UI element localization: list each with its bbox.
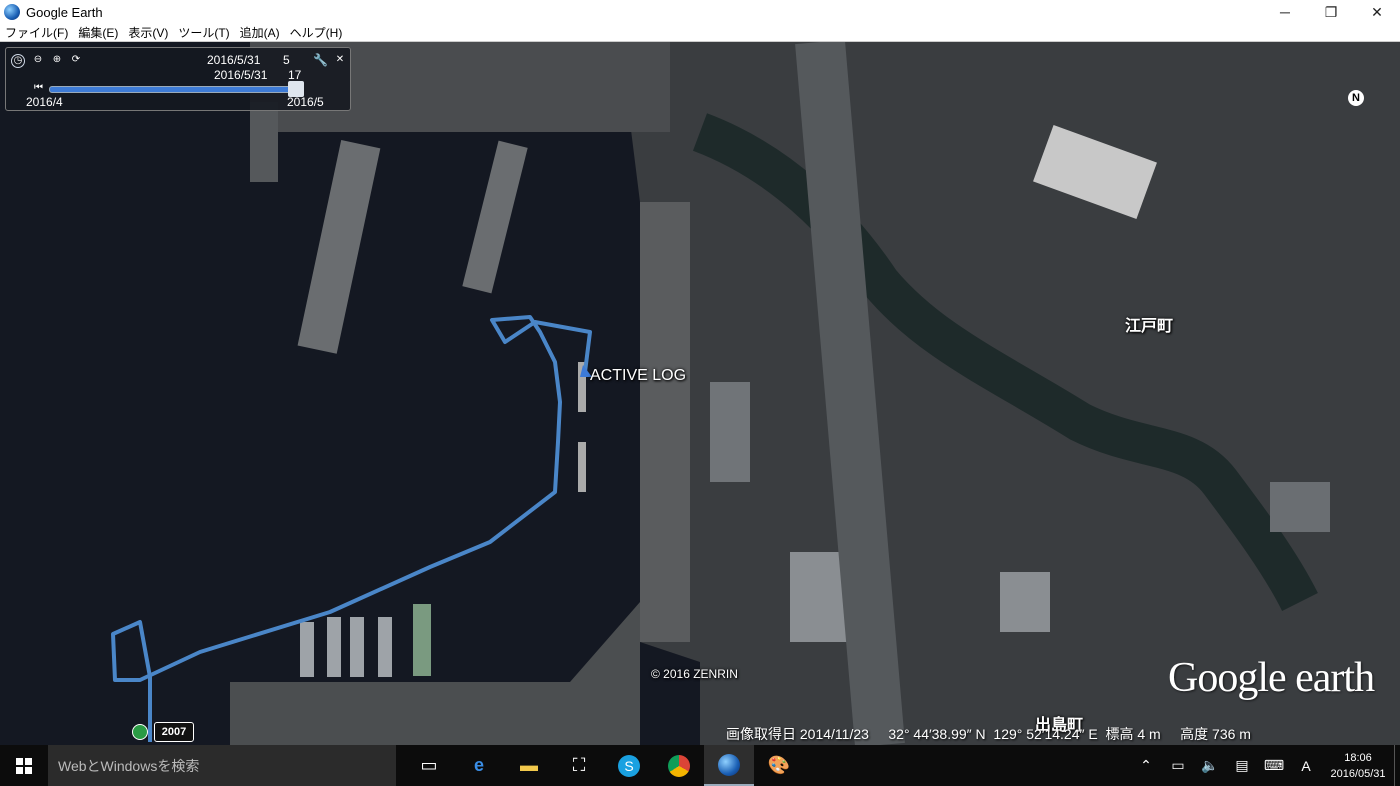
- google-earth-icon[interactable]: [704, 745, 754, 786]
- status-bar: 画像取得日 2014/11/23 32° 44′38.99″ N 129° 52…: [726, 724, 1251, 744]
- taskbar-clock[interactable]: 18:06 2016/05/31: [1322, 750, 1394, 782]
- refresh-icon[interactable]: ⟳: [69, 54, 83, 68]
- current-value: 5: [283, 53, 290, 67]
- google-earth-logo: Google earth: [1168, 655, 1375, 701]
- imagery-copyright: © 2016 ZENRIN: [651, 667, 738, 681]
- chrome-icon[interactable]: [654, 745, 704, 786]
- elevation: 標高 4 m: [1105, 726, 1161, 742]
- time-track[interactable]: [49, 86, 299, 93]
- historical-year-badge[interactable]: 2007: [154, 722, 194, 742]
- placemark-label[interactable]: ACTIVE LOG: [590, 367, 686, 385]
- keyboard-icon[interactable]: ⌨: [1258, 757, 1290, 774]
- menu-file[interactable]: ファイル(F): [0, 24, 73, 41]
- skype-icon[interactable]: S: [604, 745, 654, 786]
- store-icon[interactable]: ⛶: [554, 745, 604, 786]
- notification-icon[interactable]: ▤: [1226, 757, 1258, 774]
- restore-button[interactable]: ❐: [1308, 0, 1354, 24]
- menu-tools[interactable]: ツール(T): [173, 24, 234, 41]
- clock-date: 2016/05/31: [1330, 767, 1386, 780]
- skip-back-icon[interactable]: ⏮: [34, 82, 43, 93]
- chevron-up-icon[interactable]: ⌃: [1130, 757, 1162, 774]
- windows-logo-icon: [16, 757, 32, 774]
- system-tray: ⌃ ▭ 🔈 ▤ ⌨ A 18:06 2016/05/31: [1130, 745, 1400, 786]
- menu-bar: ファイル(F) 編集(E) 表示(V) ツール(T) 追加(A) ヘルプ(H): [0, 24, 1400, 42]
- current-date: 2016/5/31: [207, 53, 261, 67]
- satellite-imagery: [0, 42, 1400, 745]
- imagery-date: 画像取得日 2014/11/23: [726, 726, 869, 742]
- end-date: 2016/5/31: [214, 68, 268, 82]
- google-earth-app-icon: [4, 4, 20, 20]
- longitude: 129° 52′14.24″ E: [993, 726, 1098, 742]
- paint-icon[interactable]: 🎨: [754, 745, 804, 786]
- compass-north-icon[interactable]: N: [1348, 90, 1364, 106]
- show-desktop-button[interactable]: [1394, 745, 1400, 786]
- range-end-label: 2016/5: [287, 95, 324, 109]
- title-bar[interactable]: Google Earth ─ ❐ ✕: [0, 0, 1400, 24]
- windows-taskbar: WebとWindowsを検索 ▭ e ▬ ⛶ S 🎨 ⌃ ▭ 🔈 ▤ ⌨ A 1…: [0, 745, 1400, 786]
- taskbar-search-box[interactable]: WebとWindowsを検索: [48, 745, 396, 786]
- altitude: 高度 736 m: [1180, 726, 1251, 742]
- menu-view[interactable]: 表示(V): [123, 24, 173, 41]
- edge-icon[interactable]: e: [454, 745, 504, 786]
- zoom-in-icon[interactable]: ⊕: [50, 54, 64, 68]
- minimize-button[interactable]: ─: [1262, 0, 1308, 24]
- range-start-label: 2016/4: [26, 95, 63, 109]
- end-value: 17: [288, 68, 302, 82]
- clock-icon[interactable]: ◷: [11, 54, 25, 68]
- close-icon[interactable]: ✕: [333, 54, 347, 68]
- map-view-3d[interactable]: N: [0, 42, 1400, 745]
- google-earth-window: Google Earth ─ ❐ ✕ ファイル(F) 編集(E) 表示(V) ツ…: [0, 0, 1400, 786]
- historical-imagery-icon[interactable]: [132, 724, 148, 740]
- task-view-icon[interactable]: ▭: [404, 745, 454, 786]
- zoom-out-icon[interactable]: ⊖: [31, 54, 45, 68]
- start-button[interactable]: [0, 745, 48, 786]
- file-explorer-icon[interactable]: ▬: [504, 745, 554, 786]
- menu-add[interactable]: 追加(A): [235, 24, 285, 41]
- ime-indicator[interactable]: A: [1290, 758, 1322, 774]
- menu-help[interactable]: ヘルプ(H): [285, 24, 348, 41]
- menu-edit[interactable]: 編集(E): [73, 24, 123, 41]
- time-slider-panel: ◷ ⊖ ⊕ ⟳ 2016/5/31 5 2016/5/31 17 🔧 ✕ ⏮ 2…: [5, 47, 351, 111]
- volume-icon[interactable]: 🔈: [1194, 757, 1226, 774]
- latitude: 32° 44′38.99″ N: [888, 726, 986, 742]
- close-button[interactable]: ✕: [1354, 0, 1400, 24]
- wrench-icon[interactable]: 🔧: [313, 54, 328, 68]
- clock-time: 18:06: [1344, 751, 1372, 764]
- place-label-edomachi: 江戸町: [1125, 318, 1174, 335]
- window-title: Google Earth: [26, 4, 103, 20]
- battery-icon[interactable]: ▭: [1162, 757, 1194, 774]
